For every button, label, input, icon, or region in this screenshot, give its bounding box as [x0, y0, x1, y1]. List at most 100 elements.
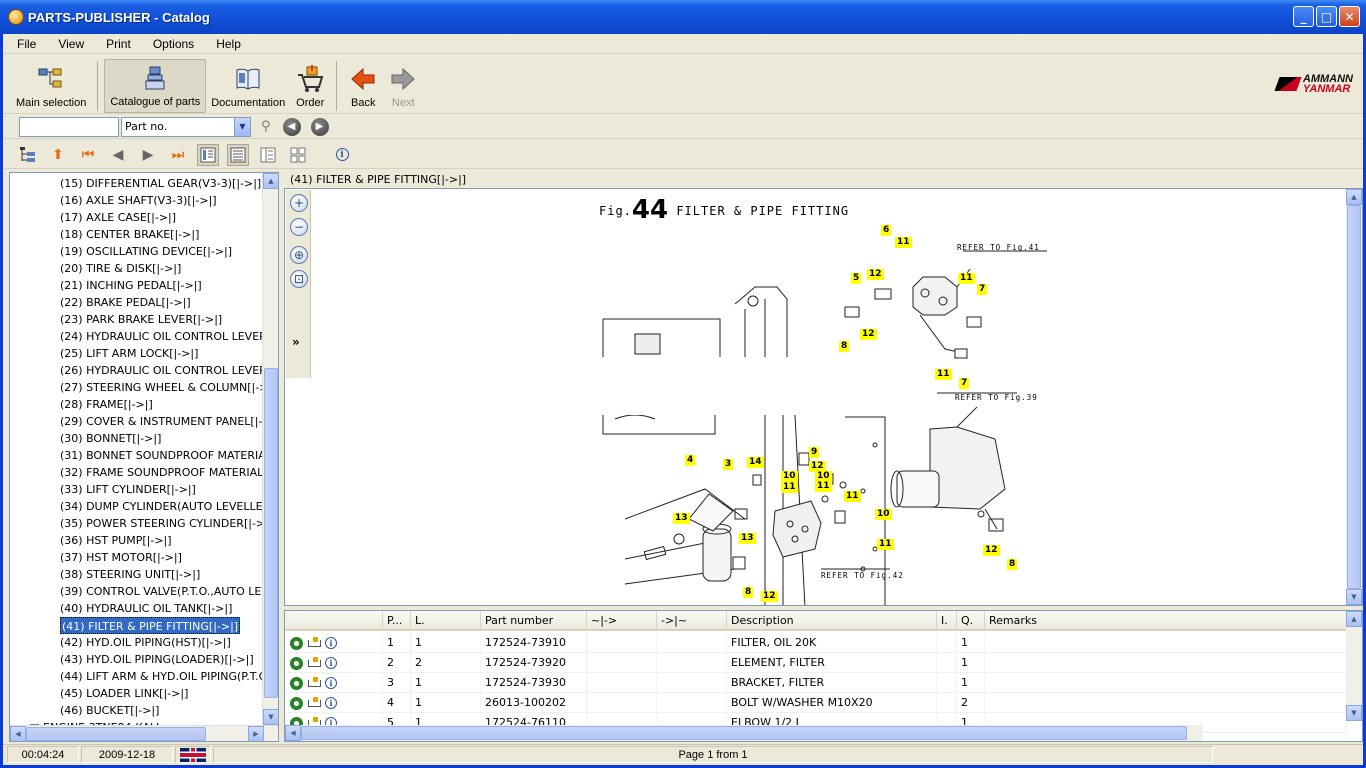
tree-item[interactable]: (17) AXLE CASE[|->|] [60, 209, 176, 226]
tree-item[interactable]: (21) INCHING PEDAL[|->|] [60, 277, 202, 294]
minimize-button[interactable]: _ [1293, 6, 1314, 27]
gear-icon[interactable] [290, 696, 303, 710]
search-input[interactable] [19, 116, 119, 137]
tree-item[interactable]: (30) BONNET[|->|] [60, 430, 161, 447]
add-to-cart-icon[interactable] [306, 656, 322, 670]
figure-vertical-scrollbar[interactable]: ▲ ▼ [1346, 189, 1362, 605]
tree-item[interactable]: (33) LIFT CYLINDER[|->|] [60, 481, 196, 498]
tree-scroll-thumb[interactable] [264, 368, 278, 698]
next-button[interactable]: Next [383, 59, 423, 113]
list-view-icon[interactable] [197, 143, 219, 166]
info-icon[interactable]: i [325, 697, 337, 709]
col-position[interactable]: P... [383, 611, 411, 631]
tree-vertical-scrollbar[interactable]: ▲ ▼ [262, 173, 278, 725]
col-level[interactable]: L. [411, 611, 481, 631]
level-up-icon[interactable]: ⬆ [47, 144, 69, 166]
tree-item[interactable]: (24) HYDRAULIC OIL CONTROL LEVER[|-> [60, 328, 264, 345]
scroll-down-icon[interactable]: ▼ [1346, 705, 1362, 721]
tree-item[interactable]: (36) HST PUMP[|->|] [60, 532, 172, 549]
catalog-tree-panel[interactable]: (15) DIFFERENTIAL GEAR(V3-3)[|->|] (16) A… [9, 172, 279, 742]
back-button[interactable]: Back [343, 59, 383, 113]
col-from[interactable]: ~|-> [587, 611, 657, 631]
col-remarks[interactable]: Remarks [985, 611, 1347, 631]
tree-item[interactable]: (32) FRAME SOUNDPROOF MATERIAL(RO [60, 464, 264, 481]
tree-item[interactable]: (42) HYD.OIL PIPING(HST)[|->|] [60, 634, 231, 651]
col-to[interactable]: ->|~ [657, 611, 727, 631]
table-hscroll-thumb[interactable] [301, 726, 1187, 740]
search-icon[interactable]: ⚲ [261, 119, 271, 134]
col-actions[interactable] [285, 611, 383, 631]
last-icon[interactable]: ⏭ [167, 144, 189, 166]
tree-item[interactable]: (27) STEERING WHEEL & COLUMN[|->|] [60, 379, 264, 396]
tree-item[interactable]: (22) BRAKE PEDAL[|->|] [60, 294, 191, 311]
col-part-number[interactable]: Part number [481, 611, 587, 631]
tree-hscroll-thumb[interactable] [26, 727, 206, 741]
scroll-up-icon[interactable]: ▲ [263, 173, 278, 189]
info-icon[interactable]: i [325, 637, 337, 649]
table-row[interactable]: i 1 1 172524-73910 FILTER, OIL 20K 1 [285, 633, 1347, 653]
zoom-out-icon[interactable]: − [290, 218, 308, 236]
scroll-left-icon[interactable]: ◀ [10, 726, 26, 741]
add-to-cart-icon[interactable] [306, 636, 322, 650]
tree-item[interactable]: (35) POWER STEERING CYLINDER[|->|] [60, 515, 264, 532]
gear-icon[interactable] [290, 676, 303, 690]
expand-panel-icon[interactable]: » [292, 335, 300, 349]
tree-item[interactable]: (43) HYD.OIL PIPING(LOADER)[|->|] [60, 651, 254, 668]
gear-icon[interactable] [290, 656, 303, 670]
info-icon[interactable]: i [325, 657, 337, 669]
info-icon[interactable]: i [331, 144, 353, 166]
tree-item[interactable]: (19) OSCILLATING DEVICE[|->|] [60, 243, 232, 260]
search-next-button[interactable]: ▶ [310, 117, 329, 136]
forward-icon[interactable]: ▶ [137, 144, 159, 166]
documentation-button[interactable]: Documentation [206, 59, 290, 113]
tree-item[interactable]: (26) HYDRAULIC OIL CONTROL LEVER(P.T [60, 362, 264, 379]
menu-view[interactable]: View [52, 37, 90, 51]
tree-view-icon[interactable] [17, 144, 39, 166]
table-vertical-scrollbar[interactable]: ▲ ▼ [1346, 611, 1362, 721]
table-horizontal-scrollbar[interactable]: ◀ [285, 725, 1203, 741]
close-button[interactable]: ✕ [1339, 6, 1360, 27]
figure-scroll-thumb[interactable] [1347, 205, 1361, 589]
zoom-in-icon[interactable]: + [290, 194, 308, 212]
tree-item[interactable]: (38) STEERING UNIT[|->|] [60, 566, 200, 583]
col-quantity[interactable]: Q. [957, 611, 985, 631]
language-flag[interactable] [175, 746, 211, 763]
table-row[interactable]: i 3 1 172524-73930 BRACKET, FILTER 1 [285, 673, 1347, 693]
tree-item[interactable]: (44) LIFT ARM & HYD.OIL PIPING(P.T.O.)[ [60, 668, 264, 685]
tree-item[interactable]: (28) FRAME[|->|] [60, 396, 153, 413]
menu-options[interactable]: Options [147, 37, 200, 51]
title-bar[interactable]: PARTS-PUBLISHER - Catalog _ □ ✕ [0, 0, 1366, 34]
scroll-right-icon[interactable]: ▶ [248, 726, 264, 741]
scroll-down-icon[interactable]: ▼ [263, 709, 278, 725]
chevron-down-icon[interactable]: ▼ [234, 117, 250, 136]
zoom-window-icon[interactable]: ⊡ [290, 270, 308, 288]
tree-item[interactable]: (31) BONNET SOUNDPROOF MATERIAL[|- [60, 447, 264, 464]
tree-item[interactable]: (29) COVER & INSTRUMENT PANEL[|->|] [60, 413, 264, 430]
split-view-icon[interactable] [257, 144, 279, 166]
table-row[interactable]: i 2 2 172524-73920 ELEMENT, FILTER 1 [285, 653, 1347, 673]
scroll-up-icon[interactable]: ▲ [1346, 611, 1362, 627]
tree-item[interactable]: (46) BUCKET[|->|] [60, 702, 159, 719]
tree-item[interactable]: (16) AXLE SHAFT(V3-3)[|->|] [60, 192, 217, 209]
table-row[interactable]: i 4 1 26013-100202 BOLT W/WASHER M10X20 2 [285, 693, 1347, 713]
maximize-button[interactable]: □ [1316, 6, 1337, 27]
info-icon[interactable]: i [325, 677, 337, 689]
table-view-icon[interactable] [227, 143, 249, 166]
zoom-fit-icon[interactable]: ⊕ [290, 246, 308, 264]
scroll-up-icon[interactable]: ▲ [1346, 189, 1362, 205]
scroll-down-icon[interactable]: ▼ [1346, 589, 1362, 605]
menu-help[interactable]: Help [210, 37, 247, 51]
col-info[interactable]: I. [937, 611, 957, 631]
tree-horizontal-scrollbar[interactable]: ◀ ▶ [10, 725, 278, 741]
tree-item[interactable]: (34) DUMP CYLINDER(AUTO LEVELLER)[|- [60, 498, 264, 515]
tree-item[interactable]: (15) DIFFERENTIAL GEAR(V3-3)[|->|] [60, 175, 261, 192]
figure-viewer[interactable]: + − ⊕ ⊡ » Fig.44 FILTER & PIPE FITTING R… [284, 188, 1363, 606]
scroll-left-icon[interactable]: ◀ [285, 725, 301, 741]
previous-icon[interactable]: ◀ [107, 144, 129, 166]
tree-item[interactable]: (18) CENTER BRAKE[|->|] [60, 226, 199, 243]
tree-item[interactable]: (20) TIRE & DISK[|->|] [60, 260, 181, 277]
search-prev-button[interactable]: ◀ [282, 117, 301, 136]
order-button[interactable]: Order [290, 59, 330, 113]
add-to-cart-icon[interactable] [306, 696, 322, 710]
tree-item[interactable]: (40) HYDRAULIC OIL TANK[|->|] [60, 600, 232, 617]
